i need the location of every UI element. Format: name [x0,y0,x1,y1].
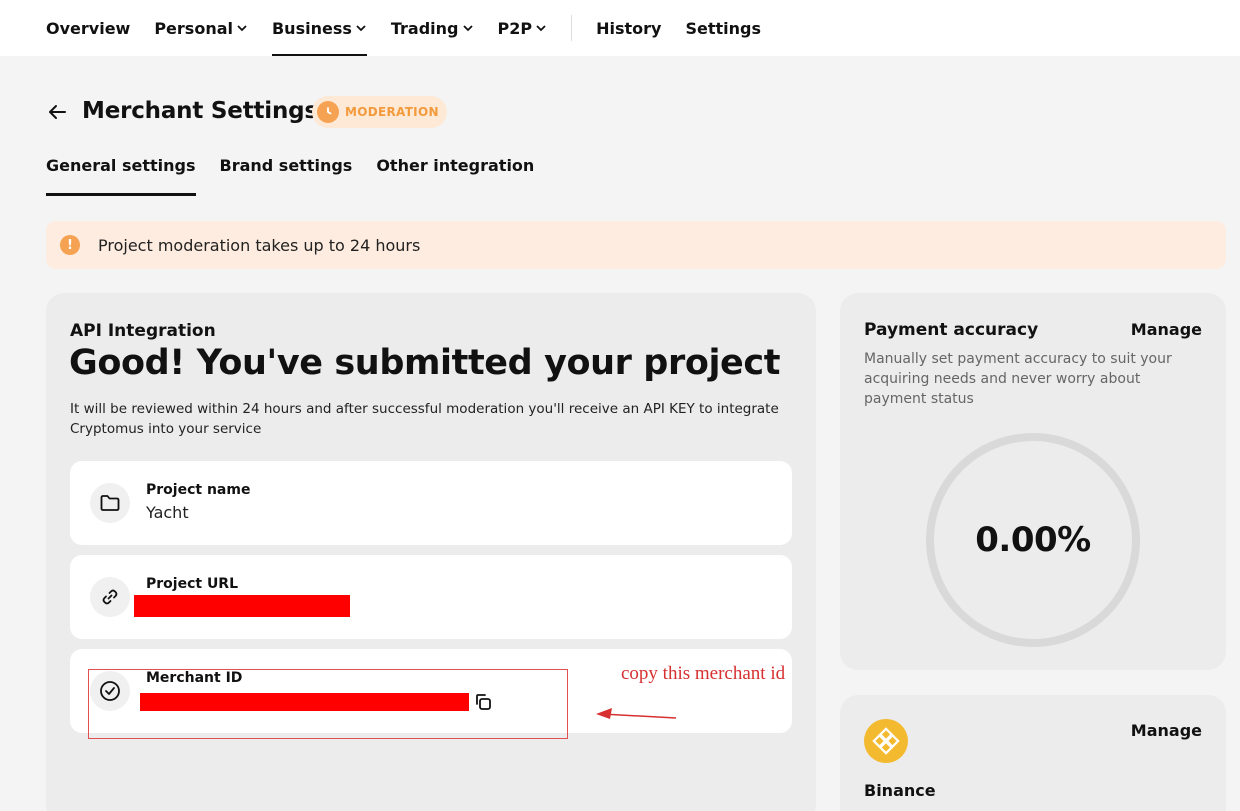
binance-logo-icon [864,719,908,763]
back-arrow-icon[interactable] [46,101,68,123]
link-icon [90,577,130,617]
project-name-field: Project name Yacht [70,461,792,545]
settings-tabs: General settings Brand settings Other in… [46,150,558,196]
binance-manage-button[interactable]: Manage [1131,721,1202,740]
field-label: Project name [146,482,251,498]
project-url-field: Project URL [70,555,792,639]
status-badge: MODERATION [312,96,447,128]
top-navigation: Overview Personal Business Trading P2P H… [0,0,1240,56]
folder-icon [90,483,130,523]
chevron-down-icon [356,25,366,32]
nav-label: Trading [390,18,459,38]
status-badge-label: MODERATION [345,105,439,119]
chevron-down-icon [536,25,546,32]
field-label: Project URL [146,576,239,592]
nav-label: History [596,18,662,38]
nav-settings[interactable]: Settings [685,0,761,56]
nav-p2p[interactable]: P2P [498,0,548,56]
chevron-down-icon [237,25,247,32]
payment-accuracy-description: Manually set payment accuracy to suit yo… [864,351,1172,407]
annotation-arrow-icon [596,708,677,719]
binance-name: Binance [864,781,936,800]
nav-history[interactable]: History [596,0,661,56]
payment-accuracy-manage-button[interactable]: Manage [1131,320,1202,339]
payment-accuracy-value: 0.00% [975,520,1091,560]
nav-trading[interactable]: Trading [391,0,474,56]
payment-accuracy-card: Payment accuracy Manage Manually set pay… [840,293,1226,670]
annotation-text: copy this merchant id [621,663,786,684]
binance-card: Manage Binance [840,695,1226,811]
notice-message: Project moderation takes up to 24 hours [98,235,421,255]
page-title: Merchant Settings [82,98,318,124]
api-description: It will be reviewed within 24 hours and … [70,401,779,437]
nav-label: Business [271,18,352,38]
api-headline: Good! You've submitted your project [69,343,781,383]
tab-brand-settings[interactable]: Brand settings [220,150,353,196]
project-name-value: Yacht [146,503,189,522]
tab-general-settings[interactable]: General settings [46,150,196,196]
nav-business[interactable]: Business [271,0,367,56]
chevron-down-icon [462,25,473,32]
redacted-project-url [134,595,350,617]
nav-label: P2P [497,18,533,38]
payment-accuracy-title: Payment accuracy [864,320,1039,340]
annotation-highlight-box [88,669,568,739]
nav-label: Settings [685,18,761,38]
nav-personal[interactable]: Personal [154,0,248,56]
api-label: API Integration [70,321,216,341]
nav-label: Personal [154,18,233,38]
tab-other-integration[interactable]: Other integration [376,150,534,196]
payment-accuracy-gauge: 0.00% [926,433,1140,647]
nav-divider [571,15,573,41]
nav-label: Overview [46,18,131,38]
moderation-notice: ! Project moderation takes up to 24 hour… [46,221,1226,269]
clock-icon [317,101,339,123]
warning-icon: ! [60,235,80,255]
nav-overview[interactable]: Overview [46,0,130,56]
